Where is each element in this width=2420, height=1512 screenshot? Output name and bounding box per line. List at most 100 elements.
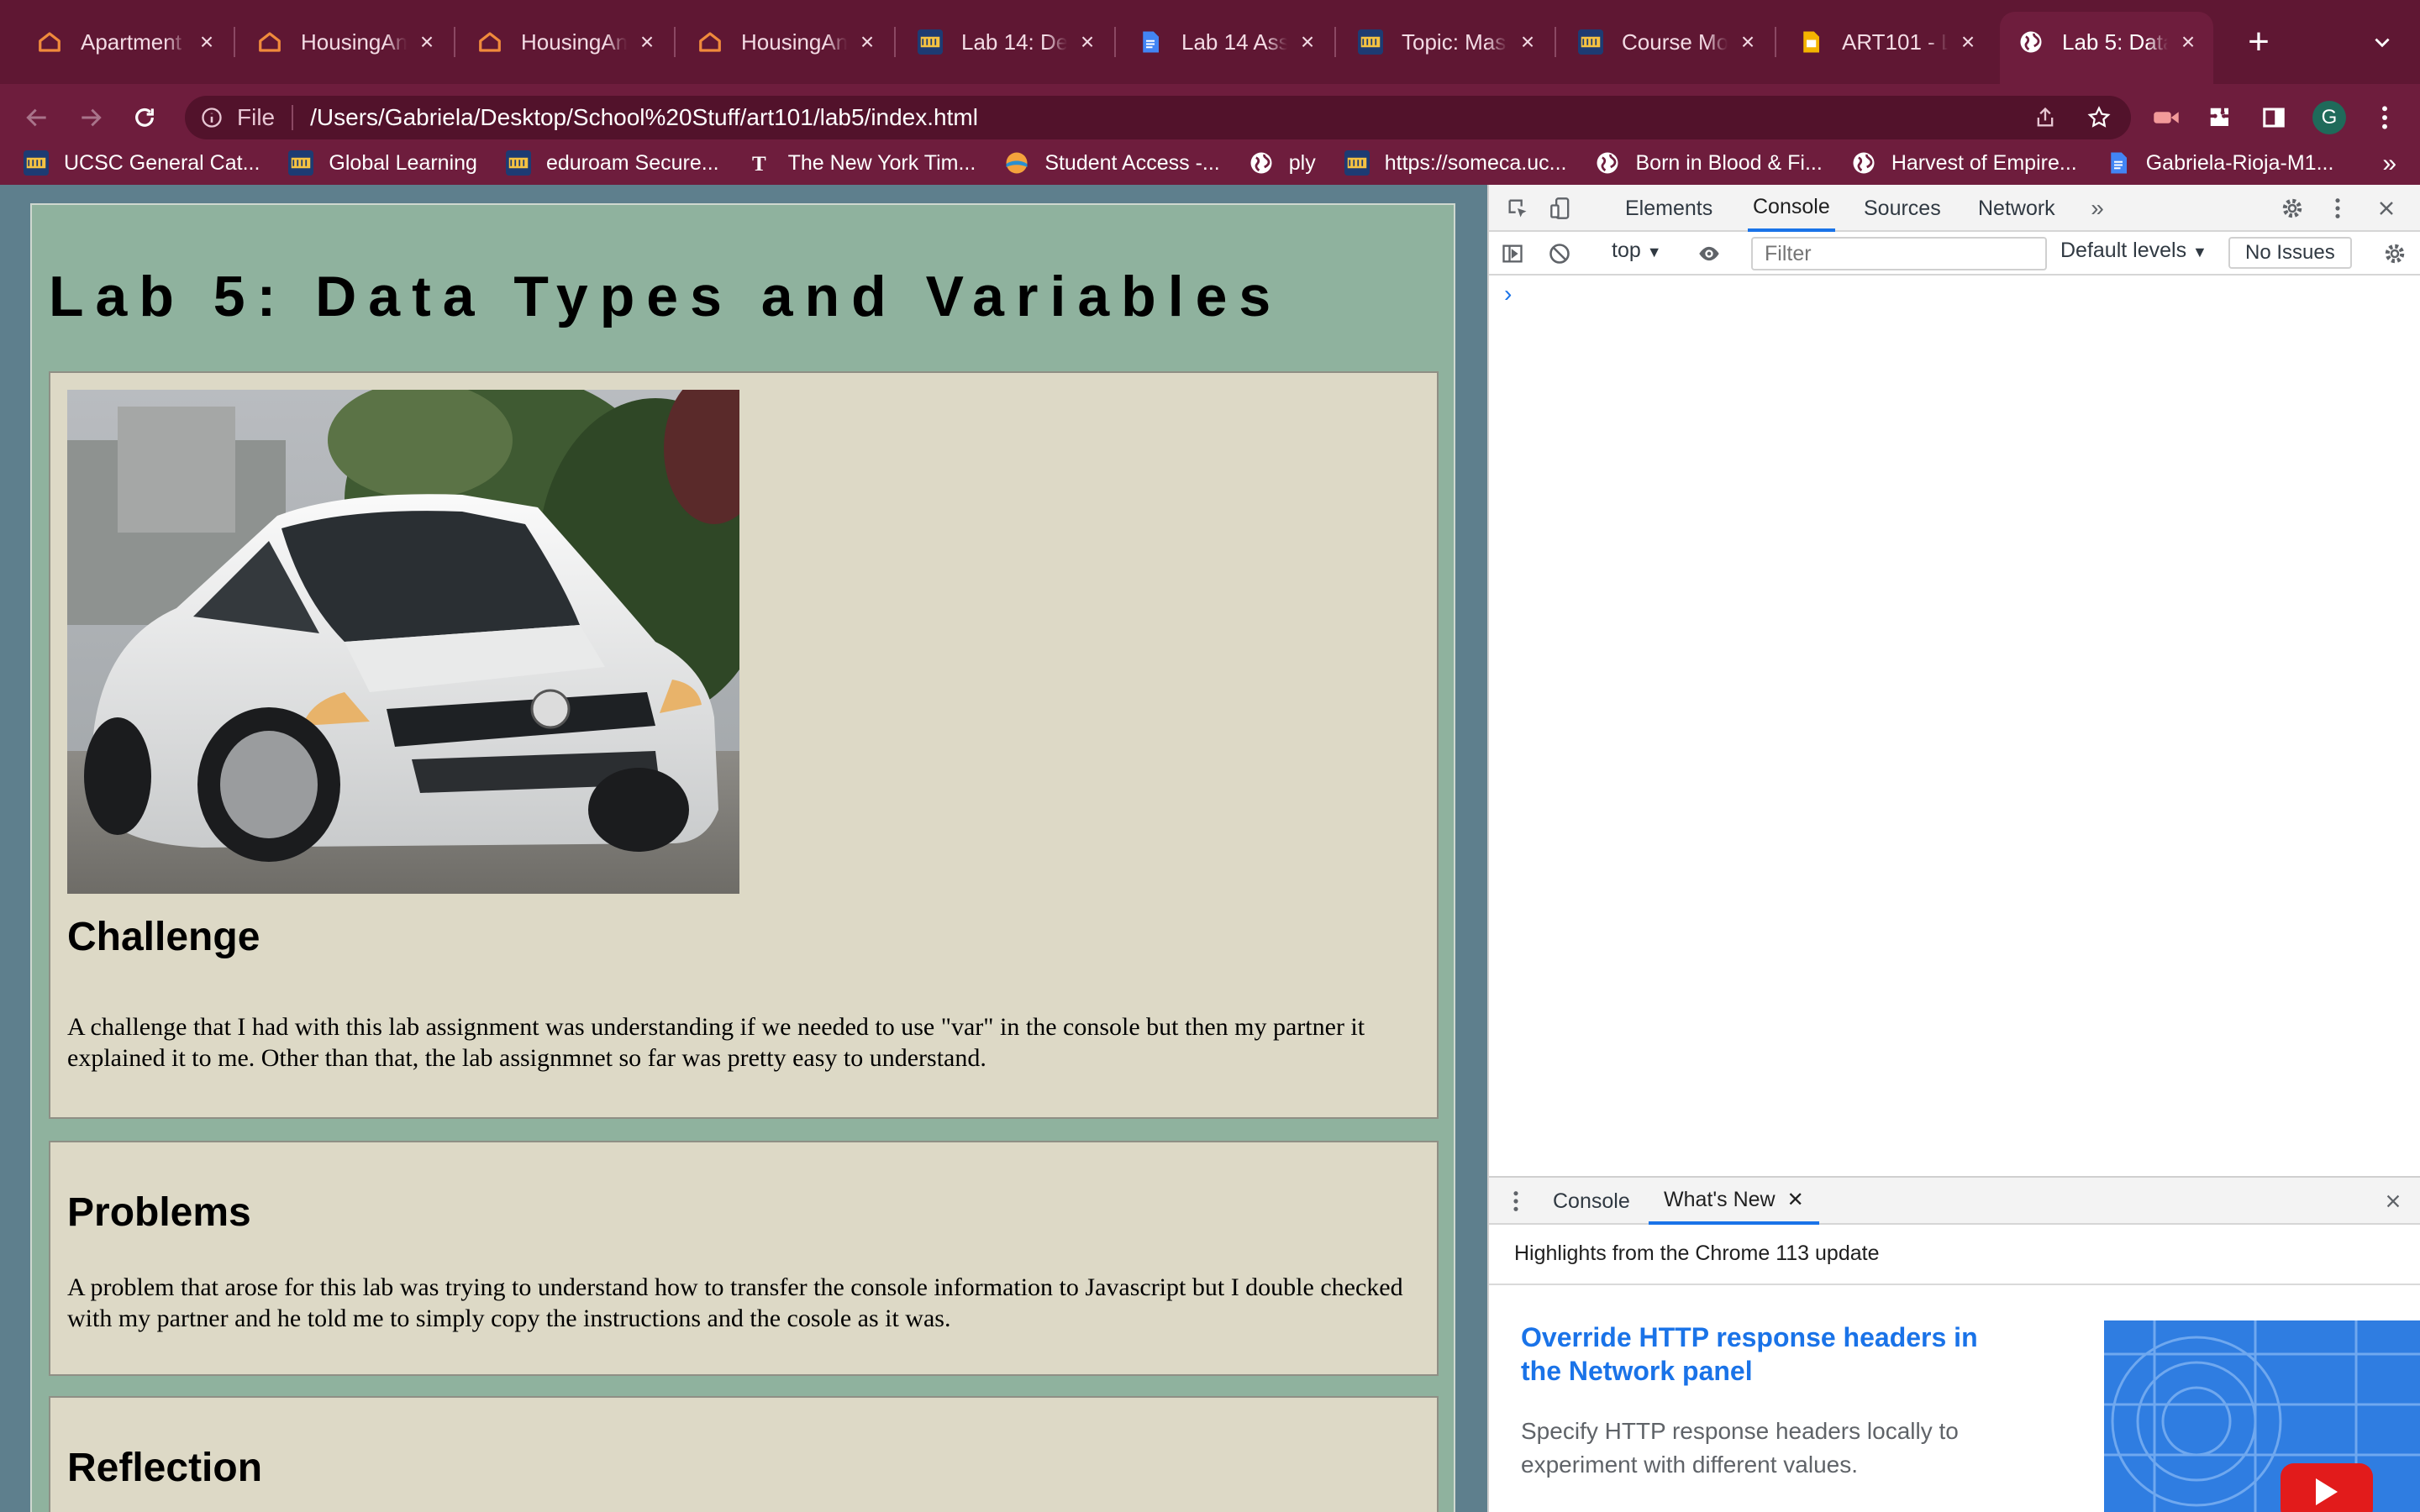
drawer-menu-button[interactable] [1501, 1186, 1531, 1216]
tab-10[interactable]: Lab 5: Data × [2000, 12, 2213, 84]
caret-down-icon: ▼ [2192, 244, 2207, 260]
forward-button[interactable] [69, 96, 113, 139]
tab-6[interactable]: Lab 14 Assi × [1119, 12, 1333, 72]
tab-sources[interactable]: Sources [1864, 185, 1941, 232]
drawer-tab-bar: Console What's New ✕ [1489, 1178, 2420, 1225]
tab-8[interactable]: Course Moc × [1560, 12, 1773, 72]
tab-5[interactable]: Lab 14: Deb × [899, 12, 1113, 72]
bookmark-item[interactable]: Born in Blood & Fi... [1595, 150, 1823, 176]
tab-separator [1775, 27, 1776, 57]
devtools-menu-button[interactable] [2323, 193, 2353, 223]
housing-icon [477, 29, 502, 55]
video-thumbnail[interactable] [2104, 1320, 2420, 1512]
new-tab-button[interactable]: + [2235, 18, 2282, 66]
problems-text: A problem that arose for this lab was tr… [67, 1273, 1403, 1332]
extensions-button[interactable] [2198, 96, 2242, 139]
close-icon[interactable]: × [1956, 29, 1980, 55]
ucsc-icon [1344, 150, 1370, 176]
bookmark-star-button[interactable] [2077, 96, 2121, 139]
tab-elements[interactable]: Elements [1625, 185, 1712, 232]
clear-console-button[interactable] [1544, 239, 1575, 269]
nyt-icon: T [748, 150, 773, 176]
extension-button[interactable] [2144, 96, 2188, 139]
tab-1[interactable]: Apartment f × [18, 12, 232, 72]
menu-button[interactable] [2363, 96, 2407, 139]
bookmark-item[interactable]: UCSC General Cat... [24, 150, 260, 176]
ucsc-icon [918, 29, 943, 55]
close-devtools-button[interactable] [2371, 193, 2402, 223]
bookmark-label: eduroam Secure... [545, 150, 719, 175]
avatar[interactable]: G [2312, 101, 2346, 134]
tab-network[interactable]: Network [1978, 185, 2055, 232]
tab-7[interactable]: Topic: Mass × [1339, 12, 1553, 72]
console-prompt[interactable]: › [1504, 281, 1512, 307]
problems-heading: Problems [67, 1190, 251, 1235]
close-icon[interactable]: × [635, 29, 659, 55]
back-button[interactable] [15, 96, 59, 139]
tab-label: Lab 5: Data [2062, 29, 2168, 55]
close-icon[interactable]: × [2176, 29, 2200, 55]
bookmark-item[interactable]: ply [1249, 150, 1316, 176]
tab-label: Course Moc [1622, 29, 1728, 55]
close-icon[interactable]: × [1076, 29, 1099, 55]
close-icon[interactable]: ✕ [1787, 1188, 1804, 1212]
bookmarks-overflow-button[interactable]: » [2382, 150, 2396, 178]
address-bar[interactable]: File /Users/Gabriela/Desktop/School%20St… [185, 96, 2131, 139]
problems-card: Problems A problem that arose for this l… [49, 1141, 1439, 1376]
close-icon[interactable]: × [1516, 29, 1539, 55]
tab-separator [1555, 27, 1556, 57]
tab-4[interactable]: HousingAny × [679, 12, 892, 72]
tab-separator [1334, 27, 1336, 57]
page-title: Lab 5: Data Types and Variables [49, 265, 1283, 328]
drawer-tab-whats-new[interactable]: What's New ✕ [1649, 1178, 1819, 1225]
close-icon[interactable]: × [195, 29, 218, 55]
ucsc-icon [24, 150, 49, 176]
drawer-tab-label: What's New [1664, 1187, 1776, 1211]
tab-label: HousingAny [521, 29, 627, 55]
close-icon [2386, 1194, 2400, 1208]
inspect-element-button[interactable] [1502, 193, 1533, 223]
reflection-card: Reflection [49, 1396, 1439, 1512]
close-icon[interactable]: × [1736, 29, 1760, 55]
bookmark-item[interactable]: Global Learning [288, 150, 477, 176]
issues-button[interactable]: No Issues [2228, 237, 2352, 269]
close-icon[interactable]: × [415, 29, 439, 55]
more-tabs-button[interactable]: » [2082, 193, 2112, 223]
tab-3[interactable]: HousingAny × [459, 12, 672, 72]
bookmark-item[interactable]: eduroam Secure... [505, 150, 719, 176]
bookmark-item[interactable]: Gabriela-Rioja-M1... [2106, 150, 2333, 176]
close-icon[interactable]: × [855, 29, 879, 55]
console-settings-button[interactable] [2380, 239, 2410, 269]
whats-new-feature-link[interactable]: Override HTTP response headers in the Ne… [1521, 1320, 2025, 1388]
bookmark-label: Student Access -... [1044, 150, 1220, 175]
tab-9[interactable]: ART101 - Le × [1780, 12, 1993, 72]
bookmark-item[interactable]: https://someca.uc... [1344, 150, 1566, 176]
bookmark-item[interactable]: Harvest of Empire... [1851, 150, 2077, 176]
share-button[interactable] [2023, 96, 2067, 139]
tab-2[interactable]: HousingAny × [239, 12, 452, 72]
bookmarks-bar: UCSC General Cat... Global Learning eduroa… [0, 141, 2420, 185]
url-text[interactable]: /Users/Gabriela/Desktop/School%20Stuff/a… [310, 104, 978, 131]
show-sidebar-button[interactable] [1497, 239, 1528, 269]
close-drawer-button[interactable] [2378, 1186, 2408, 1216]
device-toolbar-button[interactable] [1546, 193, 1576, 223]
side-panel-button[interactable] [2252, 96, 2296, 139]
close-icon[interactable]: × [1296, 29, 1319, 55]
filter-input[interactable] [1751, 237, 2047, 270]
log-levels-select[interactable]: Default levels ▼ [2060, 239, 2207, 263]
settings-button[interactable] [2277, 193, 2307, 223]
context-select[interactable]: top ▼ [1612, 239, 1662, 263]
bookmark-item[interactable]: T The New York Tim... [748, 150, 976, 176]
bookmark-label: Harvest of Empire... [1891, 150, 2077, 175]
sidebar-toggle-icon [1502, 244, 1523, 263]
live-expression-button[interactable] [1694, 239, 1724, 269]
arrow-right-icon [82, 108, 102, 127]
bookmark-label: The New York Tim... [787, 150, 976, 175]
drawer-tab-console[interactable]: Console [1553, 1178, 1630, 1225]
info-icon[interactable] [200, 106, 224, 129]
device-icon [1550, 197, 1570, 219]
reload-button[interactable] [123, 96, 166, 139]
bookmark-item[interactable]: Student Access -... [1004, 150, 1220, 176]
tab-console[interactable]: Console [1748, 185, 1835, 232]
tab-search-button[interactable] [2361, 22, 2403, 64]
